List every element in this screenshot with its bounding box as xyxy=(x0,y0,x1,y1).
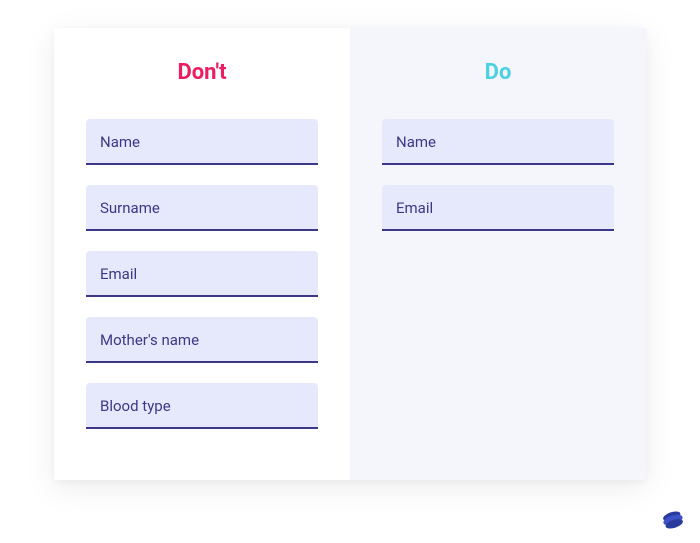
field-label: Mother's name xyxy=(100,331,199,349)
field-label: Email xyxy=(396,199,433,217)
field-label: Email xyxy=(100,265,137,283)
surname-field[interactable]: Surname xyxy=(86,185,318,231)
name-field[interactable]: Name xyxy=(86,119,318,165)
field-label: Blood type xyxy=(100,397,171,415)
email-field[interactable]: Email xyxy=(382,185,614,231)
blood-type-field[interactable]: Blood type xyxy=(86,383,318,429)
field-label: Name xyxy=(100,133,140,151)
brand-logo-icon xyxy=(660,507,686,533)
do-heading: Do xyxy=(382,60,614,85)
field-label: Surname xyxy=(100,199,160,217)
dont-heading: Don't xyxy=(86,60,318,85)
do-panel: Do Name Email xyxy=(350,28,646,480)
email-field[interactable]: Email xyxy=(86,251,318,297)
mothers-name-field[interactable]: Mother's name xyxy=(86,317,318,363)
name-field[interactable]: Name xyxy=(382,119,614,165)
field-label: Name xyxy=(396,133,436,151)
dont-panel: Don't Name Surname Email Mother's name B… xyxy=(54,28,350,480)
comparison-card: Don't Name Surname Email Mother's name B… xyxy=(54,28,646,480)
